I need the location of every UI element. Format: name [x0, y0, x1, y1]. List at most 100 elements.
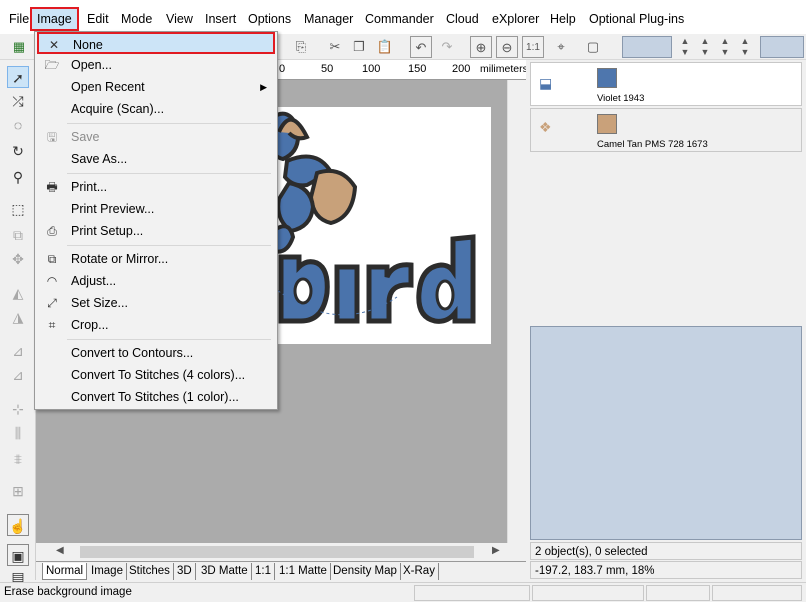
mirror-v-icon[interactable]: ◮: [7, 306, 29, 328]
color-box-2[interactable]: [760, 36, 804, 58]
menu-separator: [67, 123, 271, 124]
menu-item-convert-contours[interactable]: Convert to Contours...: [37, 342, 275, 364]
menu-item-crop[interactable]: ⌗ Crop...: [37, 314, 275, 336]
paste-icon[interactable]: 📋: [374, 36, 396, 58]
menu-item-convert-stitches-4[interactable]: Convert To Stitches (4 colors)...: [37, 364, 275, 386]
move-icon[interactable]: ✥: [7, 248, 29, 270]
menu-item-open-recent[interactable]: Open Recent ▶: [37, 76, 275, 98]
scroll-left-icon[interactable]: ◀: [56, 545, 64, 556]
center-icon[interactable]: ⊹: [7, 398, 29, 420]
cursor-coordinates: -197.2, 183.7 mm, 18%: [530, 561, 802, 579]
menu-manager[interactable]: Manager: [301, 10, 356, 28]
menu-cloud[interactable]: Cloud: [443, 10, 482, 28]
menu-mode[interactable]: Mode: [118, 10, 155, 28]
menu-item-open[interactable]: 🗁 Open...: [37, 54, 275, 76]
zoom-fit-icon[interactable]: ⌖: [550, 36, 572, 58]
hoop-icon[interactable]: ▢: [582, 36, 604, 58]
scrollbar-thumb[interactable]: [80, 546, 474, 558]
align-2-icon[interactable]: ⊿: [7, 364, 29, 386]
menu-item-print[interactable]: 🖶 Print...: [37, 176, 275, 198]
menu-item-convert-stitches-1[interactable]: Convert To Stitches (1 color)...: [37, 386, 275, 408]
submenu-arrow-icon: ▶: [260, 82, 267, 92]
zoom-in-icon[interactable]: ⊕: [470, 36, 492, 58]
lasso-icon[interactable]: ◌: [7, 114, 29, 136]
bird-embroidery-artwork[interactable]: [271, 107, 491, 344]
menu-optional-plugins[interactable]: Optional Plug-ins: [586, 10, 687, 28]
thread-swatch: [597, 68, 617, 88]
menu-item-print-setup[interactable]: ⎙ Print Setup...: [37, 220, 275, 242]
menu-item-label: Open...: [71, 58, 112, 72]
menu-view[interactable]: View: [163, 10, 196, 28]
vertical-scrollbar[interactable]: [507, 80, 526, 543]
zoom-tool-icon[interactable]: ⚲: [7, 166, 29, 188]
rotate-icon[interactable]: ↻: [7, 140, 29, 162]
reshape-icon[interactable]: ⤮: [7, 90, 29, 112]
scroll-right-icon[interactable]: ▶: [492, 545, 500, 556]
spin-arrows-icon[interactable]: ▲ ▼: [714, 36, 736, 58]
tab-stitches[interactable]: Stitches: [126, 563, 174, 580]
ruler-label: 200: [452, 63, 471, 75]
menu-item-set-size[interactable]: ⤢ Set Size...: [37, 292, 275, 314]
select-arrow-icon[interactable]: ➚: [7, 66, 29, 88]
color-box-1[interactable]: [622, 36, 672, 58]
tool-palette: ➚ ⤮ ◌ ↻ ⚲ ⬚ ⧉ ✥ ◭ ◮ ⊿ ⊿ ⊹ ⫼ ⩨ ⊞ ☝ ▣ ▤: [0, 60, 36, 585]
artboard[interactable]: [271, 107, 491, 344]
sequence-icon[interactable]: ▣: [7, 544, 29, 566]
transform-icon[interactable]: ⧉: [7, 224, 29, 246]
menu-item-save[interactable]: 🖫 Save: [37, 126, 275, 148]
menu-image[interactable]: Image: [30, 7, 79, 31]
tab-3d[interactable]: 3D: [174, 563, 196, 580]
tab-x-ray[interactable]: X-Ray: [400, 563, 439, 580]
align-icon[interactable]: ⊿: [7, 340, 29, 362]
menu-item-label: Convert to Contours...: [71, 346, 194, 360]
distribute-v-icon[interactable]: ⩨: [7, 448, 29, 470]
zoom-1-1-icon[interactable]: 1:1: [522, 36, 544, 58]
new-design-icon[interactable]: ▦: [8, 36, 30, 58]
menu-item-none[interactable]: ✕ None: [37, 32, 275, 54]
menu-help[interactable]: Help: [547, 10, 579, 28]
zoom-out-icon[interactable]: ⊖: [496, 36, 518, 58]
thread-row[interactable]: ❖ Camel Tan PMS 728 1673: [530, 108, 802, 152]
tab-1-1[interactable]: 1:1: [252, 563, 275, 580]
spin-arrows-icon[interactable]: ▲ ▼: [674, 36, 696, 58]
redo-icon[interactable]: ↷: [436, 36, 458, 58]
menu-item-label: Rotate or Mirror...: [71, 252, 169, 266]
menu-item-save-as[interactable]: Save As...: [37, 148, 275, 170]
group-icon[interactable]: ⊞: [7, 480, 29, 502]
status-segment: [712, 585, 802, 601]
menu-insert[interactable]: Insert: [202, 10, 239, 28]
menu-commander[interactable]: Commander: [362, 10, 437, 28]
rect-select-icon[interactable]: ⬚: [7, 198, 29, 220]
cut-icon[interactable]: ✂: [324, 36, 346, 58]
copy-page-icon[interactable]: ⎘: [290, 36, 312, 58]
menu-item-adjust[interactable]: ◠ Adjust...: [37, 270, 275, 292]
status-segment: [646, 585, 710, 601]
menu-explorer[interactable]: eXplorer: [489, 10, 542, 28]
tab-image[interactable]: Image: [88, 563, 127, 580]
print-setup-icon: ⎙: [47, 224, 57, 238]
spin-arrows-icon[interactable]: ▲ ▼: [734, 36, 756, 58]
menu-item-rotate-mirror[interactable]: ⧉ Rotate or Mirror...: [37, 248, 275, 270]
menu-item-label: Convert To Stitches (1 color)...: [71, 390, 239, 404]
thread-row[interactable]: ⬓ Violet 1943: [530, 62, 802, 106]
tab-density-map[interactable]: Density Map: [330, 563, 401, 580]
menu-options[interactable]: Options: [245, 10, 294, 28]
menu-item-acquire[interactable]: Acquire (Scan)...: [37, 98, 275, 120]
distribute-h-icon[interactable]: ⫼: [7, 422, 29, 444]
menu-file[interactable]: File: [6, 10, 32, 28]
tab-normal[interactable]: Normal: [42, 563, 88, 580]
undo-icon[interactable]: ↶: [410, 36, 432, 58]
overview-preview[interactable]: [530, 326, 802, 540]
resize-arrows-icon: ⤢: [47, 296, 57, 310]
menu-item-label: Set Size...: [71, 296, 128, 310]
tab-3d-matte[interactable]: 3D Matte: [198, 563, 252, 580]
menu-item-print-preview[interactable]: Print Preview...: [37, 198, 275, 220]
stitch-player-icon[interactable]: ☝: [7, 514, 29, 536]
menu-item-label: Convert To Stitches (4 colors)...: [71, 368, 246, 382]
copy-icon[interactable]: ❐: [348, 36, 370, 58]
view-tabs: Normal Image Stitches 3D 3D Matte 1:1 1:…: [36, 561, 526, 580]
mirror-h-icon[interactable]: ◭: [7, 282, 29, 304]
spin-arrows-icon[interactable]: ▲ ▼: [694, 36, 716, 58]
tab-1-1-matte[interactable]: 1:1 Matte: [276, 563, 331, 580]
menu-edit[interactable]: Edit: [84, 10, 112, 28]
